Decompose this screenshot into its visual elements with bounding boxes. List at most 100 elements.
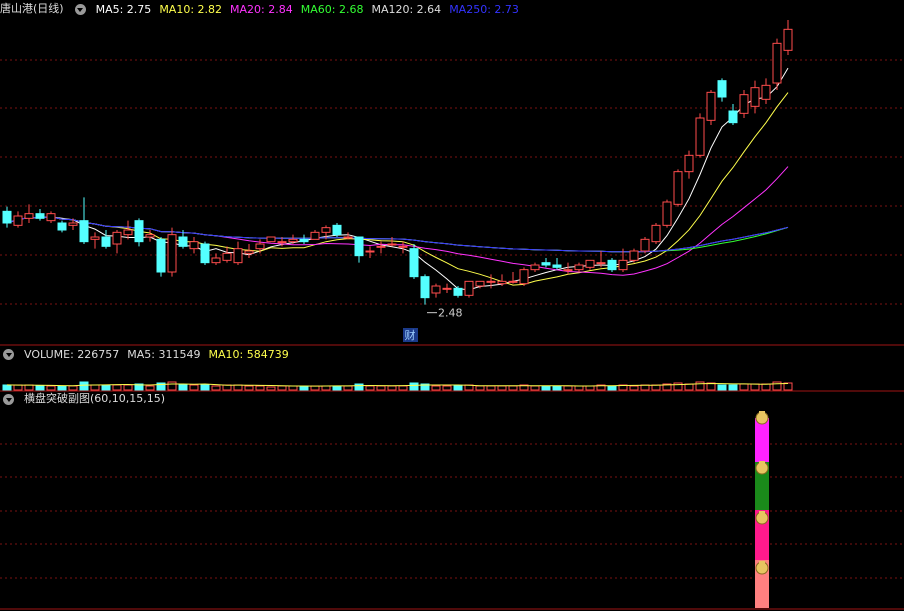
volume-bar	[24, 384, 34, 391]
candle-body	[200, 243, 210, 264]
volume-bar	[398, 385, 408, 391]
candle-body	[189, 241, 199, 250]
volume-bar	[651, 384, 661, 391]
candle-body	[497, 280, 507, 285]
candle-body	[343, 236, 353, 239]
candle-body	[750, 87, 760, 107]
candle-body	[13, 215, 23, 226]
candle-body	[123, 229, 133, 236]
volume-bar	[574, 385, 584, 391]
candle-body	[299, 238, 309, 243]
candle-body	[662, 201, 672, 226]
candle-body	[739, 94, 749, 114]
candle-body	[2, 210, 12, 224]
volume-bar	[145, 385, 155, 391]
candle-body	[453, 287, 463, 296]
volume-bar	[46, 385, 56, 391]
candle-body	[684, 154, 694, 173]
volume-bar	[266, 386, 276, 391]
volume-bar	[332, 385, 342, 391]
volume-bar	[607, 385, 617, 391]
ma5-line	[6, 67, 789, 291]
volume-bar	[376, 385, 386, 391]
candle-body	[607, 259, 617, 271]
volume-bar	[695, 381, 705, 391]
candle-body	[365, 250, 375, 253]
candle-body	[409, 248, 419, 278]
candle-body	[46, 213, 56, 222]
candle-body	[332, 224, 342, 236]
candle-body	[475, 280, 485, 287]
volume-bar	[453, 385, 463, 391]
candle-body	[761, 84, 771, 100]
volume-bar	[354, 383, 364, 391]
volume-bar	[112, 384, 122, 391]
volume-bar	[222, 384, 232, 391]
volume-bar	[442, 385, 452, 391]
volume-bar	[475, 385, 485, 391]
candle-body	[629, 250, 639, 261]
volume-bar	[35, 385, 45, 391]
volume-bar	[552, 385, 562, 391]
candle-body	[651, 224, 661, 243]
candle-body	[79, 220, 89, 243]
indicator-bar-magenta	[755, 418, 769, 462]
candle-body	[167, 234, 177, 273]
ma10-line	[6, 92, 789, 286]
volume-bar	[728, 384, 738, 391]
volume-bar	[508, 385, 518, 391]
money-bag-icon	[759, 461, 765, 464]
candle-body	[244, 250, 254, 254]
volume-bar	[530, 385, 540, 391]
candle-body	[695, 117, 705, 156]
candle-body	[178, 236, 188, 247]
candle-body	[772, 42, 782, 84]
volume-bar	[178, 384, 188, 391]
candle-body	[530, 264, 540, 271]
candle-body	[563, 269, 573, 272]
volume-bar	[772, 381, 782, 391]
volume-bar	[57, 385, 67, 391]
candle-body	[57, 222, 67, 231]
candle-body	[541, 262, 551, 266]
volume-bar	[13, 384, 23, 391]
candle-body	[354, 236, 364, 257]
candle-body	[486, 280, 496, 283]
candle-body	[321, 227, 331, 233]
candle-body	[68, 222, 78, 226]
volume-bar	[717, 384, 727, 391]
candle-body	[783, 28, 793, 51]
candle-body	[145, 234, 155, 238]
candle-body	[618, 259, 628, 271]
candle-body	[222, 252, 232, 261]
volume-bar	[321, 385, 331, 391]
volume-bar	[79, 381, 89, 391]
volume-bar	[497, 385, 507, 391]
candle-body	[431, 285, 441, 294]
candle-body	[112, 231, 122, 245]
candle-body	[464, 280, 474, 296]
volume-bar	[68, 385, 78, 391]
candle-body	[277, 241, 287, 244]
volume-bar	[310, 385, 320, 391]
candlestick-chart[interactable]: 2.48 财	[0, 0, 904, 611]
candle-body	[552, 264, 562, 268]
candle-body	[717, 80, 727, 98]
volume-bar	[486, 385, 496, 391]
volume-bar	[2, 384, 12, 391]
volume-bar	[629, 385, 639, 391]
candle-body	[420, 276, 430, 299]
candle-body	[211, 257, 221, 264]
candle-body	[673, 171, 683, 205]
candle-body	[585, 259, 595, 268]
candle-body	[706, 91, 716, 121]
fin-marker-label: 财	[405, 328, 416, 342]
candle-body	[24, 213, 34, 219]
candle-body	[387, 243, 397, 246]
volume-bar	[409, 382, 419, 391]
volume-bar	[387, 385, 397, 391]
volume-bar	[750, 383, 760, 391]
volume-bar	[761, 383, 771, 391]
volume-bar	[431, 385, 441, 391]
candle-body	[574, 264, 584, 271]
